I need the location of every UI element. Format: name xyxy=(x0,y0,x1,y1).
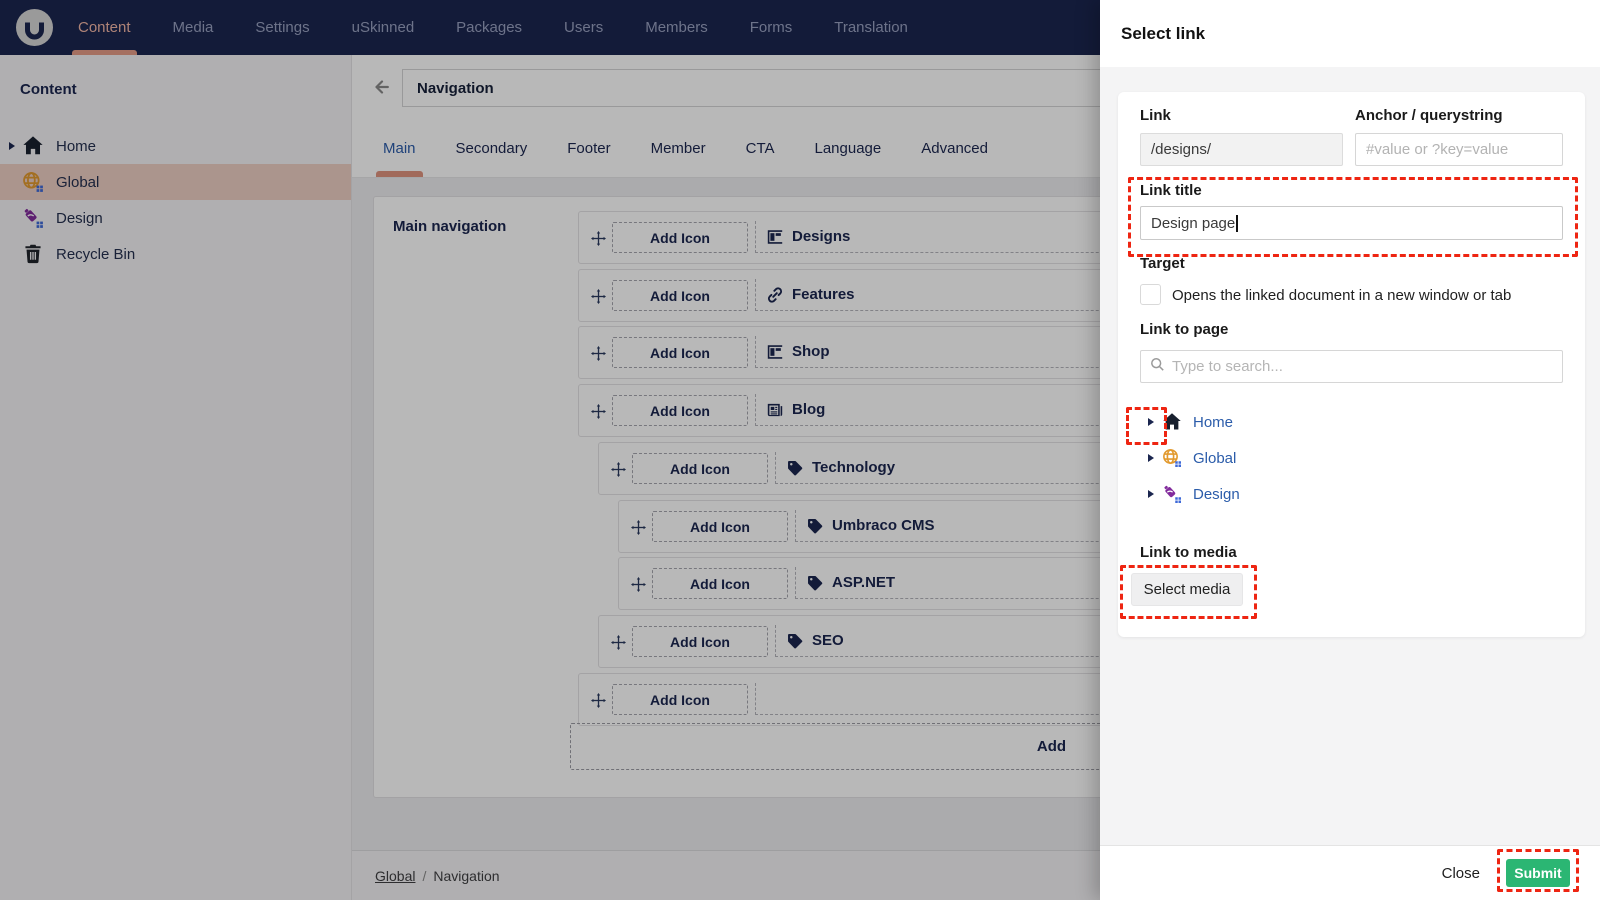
picker-item-home[interactable]: Home xyxy=(1118,404,1585,440)
modal-dim-overlay xyxy=(0,0,1100,900)
select-link-dialog: Select link Link /designs/ Anchor / quer… xyxy=(1100,0,1600,900)
new-window-checkbox-text: Opens the linked document in a new windo… xyxy=(1172,287,1512,304)
link-to-media-label: Link to media xyxy=(1140,544,1237,561)
dialog-footer: Close Submit xyxy=(1100,845,1600,900)
page-search-box xyxy=(1140,350,1563,383)
chevron-right-icon[interactable] xyxy=(1148,418,1154,426)
link-title-input[interactable]: Design page xyxy=(1140,206,1563,240)
link-title-label: Link title xyxy=(1140,182,1202,199)
anchor-field-label: Anchor / querystring xyxy=(1355,107,1503,124)
tree-item-label: Design xyxy=(1193,485,1240,503)
picker-item-global[interactable]: Global xyxy=(1118,440,1585,476)
new-window-checkbox[interactable] xyxy=(1140,284,1161,305)
page-picker-tree: Home Global Design xyxy=(1118,404,1585,512)
umbraco-app: Content Media Settings uSkinned Packages… xyxy=(0,0,1600,900)
page-search-input[interactable] xyxy=(1172,358,1553,375)
chevron-right-icon[interactable] xyxy=(1148,490,1154,498)
home-icon xyxy=(1162,412,1182,432)
link-to-page-label: Link to page xyxy=(1140,321,1229,338)
search-icon xyxy=(1150,357,1165,377)
submit-button[interactable]: Submit xyxy=(1506,859,1570,887)
tree-item-label: Home xyxy=(1193,413,1234,431)
dialog-title: Select link xyxy=(1121,24,1206,43)
tree-item-label: Global xyxy=(1193,449,1237,467)
picker-item-design[interactable]: Design xyxy=(1118,476,1585,512)
text-cursor xyxy=(1236,214,1238,232)
dialog-body: Link /designs/ Anchor / querystring Link… xyxy=(1100,67,1600,845)
design-icon xyxy=(1162,484,1182,504)
target-label: Target xyxy=(1140,255,1185,272)
dialog-form-card: Link /designs/ Anchor / querystring Link… xyxy=(1118,92,1585,637)
link-url-field: /designs/ xyxy=(1140,133,1343,166)
globe-icon xyxy=(1162,448,1182,468)
link-field-label: Link xyxy=(1140,107,1171,124)
close-button[interactable]: Close xyxy=(1442,865,1480,882)
select-media-button[interactable]: Select media xyxy=(1131,573,1243,606)
anchor-input[interactable] xyxy=(1355,133,1563,166)
chevron-right-icon[interactable] xyxy=(1148,454,1154,462)
